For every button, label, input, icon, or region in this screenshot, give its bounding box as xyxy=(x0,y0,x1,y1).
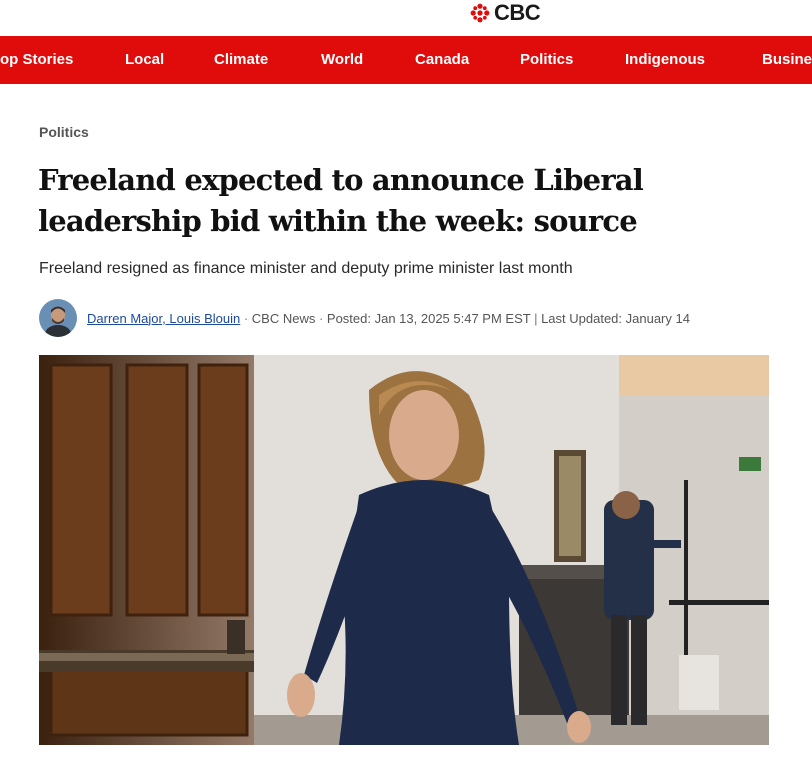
byline-updated-date: Last Updated: January 14 xyxy=(541,310,690,326)
nav-item-world[interactable]: World xyxy=(321,36,363,84)
main-nav: op Stories Local Climate World Canada Po… xyxy=(0,36,812,84)
author-link-louis-blouin[interactable]: Louis Blouin xyxy=(169,311,240,326)
nav-item-local[interactable]: Local xyxy=(125,36,164,84)
author-link-darren-major[interactable]: Darren Major xyxy=(87,311,162,326)
nav-item-top-stories[interactable]: op Stories xyxy=(0,36,73,84)
nav-item-climate[interactable]: Climate xyxy=(214,36,268,84)
article-headline: Freeland expected to announce Liberal le… xyxy=(38,163,644,238)
byline-separator: | xyxy=(530,310,542,326)
author-avatar[interactable] xyxy=(39,299,77,337)
byline: Darren Major, Louis Blouin · CBC News · … xyxy=(39,298,779,338)
nav-item-business[interactable]: Busine xyxy=(762,36,812,84)
byline-separator: · xyxy=(315,310,327,326)
nav-item-canada[interactable]: Canada xyxy=(415,36,469,84)
byline-separator: · xyxy=(240,310,252,326)
nav-item-politics[interactable]: Politics xyxy=(520,36,573,84)
top-header: CBC xyxy=(0,0,812,36)
cbc-logo[interactable]: CBC xyxy=(470,0,541,25)
article-deck: Freeland resigned as finance minister an… xyxy=(39,260,573,277)
article-hero-image[interactable] xyxy=(39,355,769,745)
logo-text: CBC xyxy=(494,0,541,25)
hero-photo-illustration xyxy=(39,355,769,745)
byline-posted-date: Posted: Jan 13, 2025 5:47 PM EST xyxy=(326,310,531,326)
byline-outlet: CBC News xyxy=(251,310,316,326)
section-label[interactable]: Politics xyxy=(39,124,89,140)
cbc-gem-icon xyxy=(470,3,490,23)
nav-item-indigenous[interactable]: Indigenous xyxy=(625,36,705,84)
